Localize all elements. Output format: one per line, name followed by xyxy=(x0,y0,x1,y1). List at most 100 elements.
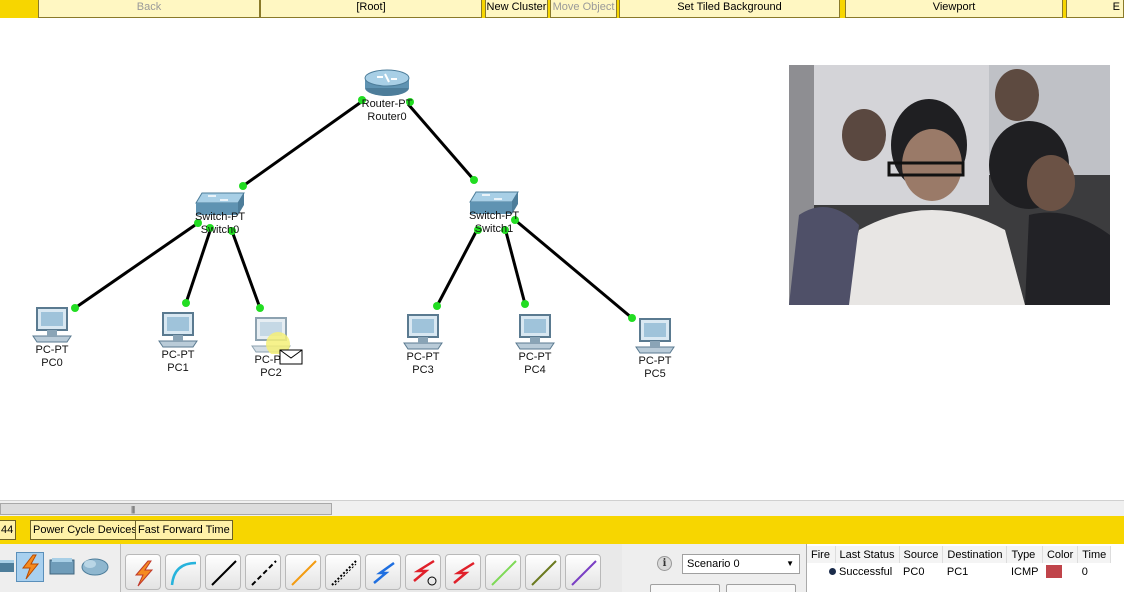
device-switch1[interactable]: Switch-PT Switch1 xyxy=(462,188,526,236)
device-type-label: PC-PT xyxy=(161,349,195,361)
fiber-icon[interactable] xyxy=(285,554,321,590)
device-name-label: Switch1 xyxy=(474,223,514,235)
type-cell: ICMP xyxy=(1010,565,1039,578)
packet-tracer-window: Back [Root] New Cluster Move Object Set … xyxy=(0,0,1124,592)
source-cell: PC0 xyxy=(903,565,925,578)
power-cycle-devices-button[interactable]: Power Cycle Devices xyxy=(30,520,140,540)
link-status-dot xyxy=(433,302,441,310)
link-switch0-pc1 xyxy=(184,227,213,304)
link-switch1-pc5 xyxy=(514,218,633,320)
device-pc3[interactable]: PC-PT PC3 xyxy=(397,313,449,377)
new-cluster-button[interactable]: New Cluster xyxy=(485,0,548,18)
webcam-image xyxy=(789,65,1110,305)
device-type-label: PC-PT xyxy=(35,344,69,356)
destination-cell: PC1 xyxy=(946,565,969,578)
fire-cell[interactable] xyxy=(807,563,836,580)
last-status-cell: Successful xyxy=(839,565,893,578)
phone-cable-icon[interactable] xyxy=(325,554,361,590)
octal-cable-icon[interactable] xyxy=(485,554,521,590)
device-name-label: PC0 xyxy=(41,357,63,369)
fast-forward-time-button[interactable]: Fast Forward Time xyxy=(135,520,233,540)
col-destination[interactable]: Destination xyxy=(942,546,1008,563)
link-router0-switch0 xyxy=(242,98,365,188)
copper-straight-icon[interactable] xyxy=(205,554,241,590)
device-name-label: PC5 xyxy=(644,368,666,380)
time-display: 44 xyxy=(0,520,17,540)
col-source[interactable]: Source xyxy=(899,546,944,563)
link-status-dot xyxy=(182,299,190,307)
root-button[interactable]: [Root] xyxy=(260,0,482,18)
col-type[interactable]: Type xyxy=(1006,546,1043,563)
device-pc2[interactable]: PC-PT PC2 xyxy=(245,316,303,380)
device-name-label: Switch0 xyxy=(200,224,240,236)
auto-connect-icon[interactable] xyxy=(125,554,161,590)
pc-icon xyxy=(158,312,198,348)
color-cell xyxy=(1042,563,1077,580)
envelope-icon xyxy=(279,349,303,365)
viewport-button[interactable]: Viewport xyxy=(845,0,1063,18)
link-status-dot xyxy=(256,304,264,312)
pc-icon xyxy=(403,314,443,350)
link-switch0-pc2 xyxy=(230,230,262,309)
end-devices-icon[interactable] xyxy=(48,552,76,582)
connection-types xyxy=(120,544,622,592)
serial-dte-icon[interactable] xyxy=(445,554,481,590)
col-last-status[interactable]: Last Status xyxy=(835,546,900,563)
workspace-horizontal-scrollbar[interactable]: ||| xyxy=(0,500,1124,516)
device-pc4[interactable]: PC-PT PC4 xyxy=(509,313,561,377)
device-categories xyxy=(0,548,118,588)
device-name-label: PC1 xyxy=(167,362,189,374)
device-type-label: PC-PT xyxy=(406,351,440,363)
device-type-panel: i Scenario 0 ▼ Fire Last Status Source D… xyxy=(0,544,1124,592)
table-row[interactable]: Successful PC0 PC1 ICMP 0 xyxy=(807,563,1111,580)
device-type-label: PC-PT xyxy=(638,355,672,367)
realtime-toolbar: 44 Power Cycle Devices Fast Forward Time xyxy=(0,516,1124,544)
device-switch0[interactable]: Switch-PT Switch0 xyxy=(188,189,252,237)
wan-emulation-icon[interactable] xyxy=(80,552,109,582)
environment-button[interactable]: E xyxy=(1066,0,1124,18)
console-cable-icon[interactable] xyxy=(165,554,201,590)
link-switch1-pc4 xyxy=(503,227,527,305)
fire-indicator-icon xyxy=(829,568,836,575)
scenario-selected-value: Scenario 0 xyxy=(687,558,740,570)
link-status-dot xyxy=(470,176,478,184)
new-scenario-button[interactable] xyxy=(650,584,720,592)
pc-icon xyxy=(515,314,555,350)
device-router0[interactable]: Router-PT Router0 xyxy=(355,66,419,124)
device-name-label: PC3 xyxy=(412,364,434,376)
col-fire[interactable]: Fire xyxy=(807,546,836,563)
link-switch0-pc0 xyxy=(74,221,199,310)
device-type-label: Router-PT xyxy=(361,98,413,110)
copper-cross-icon[interactable] xyxy=(245,554,281,590)
connections-icon[interactable] xyxy=(16,552,44,582)
time-cell: 0 xyxy=(1081,565,1088,578)
device-name-label: PC4 xyxy=(524,364,546,376)
pdu-list: Fire Last Status Source Destination Type… xyxy=(806,544,1124,592)
pc-icon xyxy=(32,307,72,343)
router-icon xyxy=(364,69,410,96)
device-pc1[interactable]: PC-PT PC1 xyxy=(152,311,204,375)
usb-cable-icon[interactable] xyxy=(565,554,601,590)
device-name-label: Router0 xyxy=(367,111,407,123)
top-toolbar: Back [Root] New Cluster Move Object Set … xyxy=(0,0,1124,18)
device-name-label: PC2 xyxy=(260,367,282,379)
move-object-button[interactable]: Move Object xyxy=(550,0,617,18)
col-color[interactable]: Color xyxy=(1042,546,1079,563)
delete-scenario-button[interactable] xyxy=(726,584,796,592)
scenario-area: i Scenario 0 ▼ xyxy=(640,544,804,592)
webcam-overlay xyxy=(789,65,1110,305)
pdu-table: Fire Last Status Source Destination Type… xyxy=(807,546,1112,580)
device-pc0[interactable]: PC-PT PC0 xyxy=(26,306,78,370)
scrollbar-thumb[interactable]: ||| xyxy=(0,503,332,515)
info-icon[interactable]: i xyxy=(657,556,672,571)
device-pc5[interactable]: PC-PT PC5 xyxy=(629,317,681,381)
serial-dce-icon[interactable] xyxy=(405,554,441,590)
col-time[interactable]: Time xyxy=(1077,546,1112,563)
coaxial-icon[interactable] xyxy=(365,554,401,590)
set-tiled-background-button[interactable]: Set Tiled Background xyxy=(619,0,840,18)
scenario-select[interactable]: Scenario 0 ▼ xyxy=(682,554,800,574)
iot-cable-icon[interactable] xyxy=(525,554,561,590)
back-button[interactable]: Back xyxy=(38,0,260,18)
link-switch1-pc3 xyxy=(435,227,480,307)
device-type-label: PC-PT xyxy=(518,351,552,363)
